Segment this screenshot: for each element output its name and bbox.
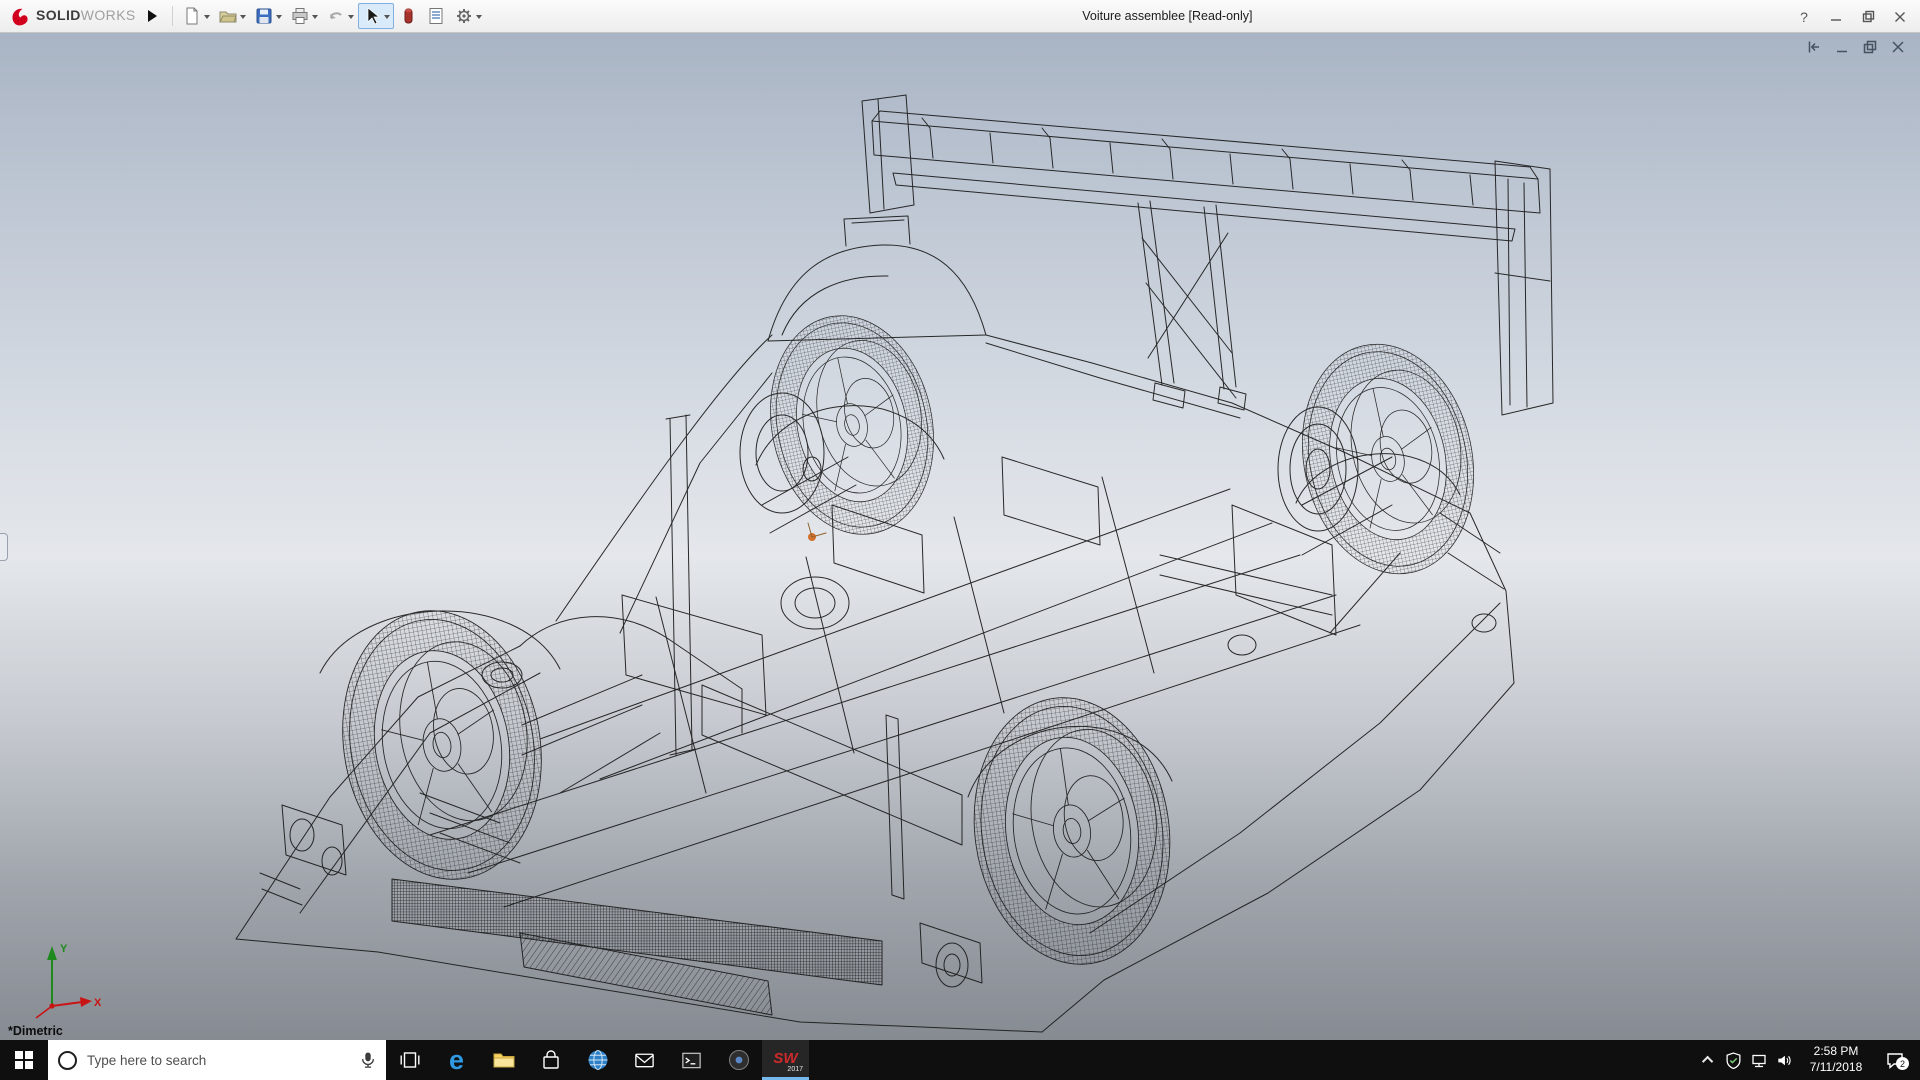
sheet-properties-button[interactable] [422, 3, 450, 29]
edge-icon: e [449, 1047, 464, 1074]
windows-logo-icon [15, 1051, 33, 1069]
chevron-down-icon [312, 15, 318, 22]
dark-app-button[interactable] [715, 1040, 762, 1080]
close-button[interactable] [1884, 4, 1916, 30]
restore-button[interactable] [1852, 4, 1884, 30]
cortana-icon [58, 1051, 77, 1070]
edge-button[interactable]: e [433, 1040, 480, 1080]
taskbar-search[interactable] [48, 1040, 386, 1080]
triad-y-label: Y [60, 943, 68, 955]
expand-pane-button[interactable] [1806, 39, 1822, 55]
network-tray-button[interactable] [1746, 1040, 1771, 1080]
appearance-tool-button[interactable] [394, 3, 422, 29]
window-title: Voiture assemblee [Read-only] [1082, 9, 1252, 23]
close-icon [1894, 11, 1906, 23]
chevron-down-icon [204, 15, 210, 22]
restore-icon [1862, 39, 1878, 55]
orientation-triad: Y X [16, 936, 106, 1024]
view-orientation-label: *Dimetric [8, 1024, 63, 1038]
solidworks-2017-icon: SW [773, 1050, 797, 1067]
close-icon [1890, 39, 1906, 55]
solidworks-version-label: 2017 [787, 1066, 803, 1073]
options-button[interactable] [450, 3, 486, 29]
viewport-pane-controls [1806, 39, 1906, 55]
open-button[interactable] [214, 3, 250, 29]
viewport-restore-button[interactable] [1862, 39, 1878, 55]
clock-date: 7/11/2018 [1798, 1060, 1874, 1076]
expand-menu-button[interactable] [148, 10, 157, 22]
taskbar-clock[interactable]: 2:58 PM 7/11/2018 [1796, 1044, 1876, 1075]
select-cursor-icon [362, 6, 382, 26]
start-button[interactable] [0, 1040, 48, 1080]
minimize-icon [1830, 11, 1842, 23]
solidworks-logo-icon [8, 5, 31, 28]
system-tray: 2:58 PM 7/11/2018 2 [1696, 1040, 1920, 1080]
mail-icon [633, 1049, 656, 1071]
expand-pane-icon [1806, 39, 1822, 55]
restore-icon [1862, 10, 1875, 23]
chevron-down-icon [476, 15, 482, 22]
file-explorer-icon [492, 1049, 516, 1071]
wireframe-car-model[interactable] [0, 33, 1920, 1040]
terminal-icon [680, 1049, 703, 1071]
appearance-icon [398, 6, 418, 26]
triad-x-label: X [94, 997, 102, 1009]
gear-icon [454, 6, 474, 26]
new-document-icon [182, 6, 202, 26]
minimize-icon [1834, 39, 1850, 55]
action-center-button[interactable]: 2 [1876, 1050, 1914, 1070]
print-icon [290, 6, 310, 26]
brand-text-works: WORKS [81, 7, 136, 23]
browser-button[interactable] [574, 1040, 621, 1080]
toolbar-separator [172, 6, 173, 26]
file-explorer-button[interactable] [480, 1040, 527, 1080]
mail-button[interactable] [621, 1040, 668, 1080]
save-floppy-icon [254, 6, 274, 26]
chevron-down-icon [240, 15, 246, 22]
titlebar: SOLIDWORKS [0, 0, 1920, 33]
sheet-icon [426, 6, 446, 26]
network-icon [1750, 1052, 1768, 1069]
task-view-icon [399, 1049, 421, 1071]
chevron-down-icon [348, 15, 354, 22]
undo-button[interactable] [322, 3, 358, 29]
new-document-button[interactable] [178, 3, 214, 29]
microphone-icon[interactable] [360, 1050, 376, 1070]
terminal-button[interactable] [668, 1040, 715, 1080]
notification-badge: 2 [1896, 1057, 1909, 1070]
volume-icon [1775, 1052, 1793, 1069]
minimize-button[interactable] [1820, 4, 1852, 30]
volume-tray-button[interactable] [1771, 1040, 1796, 1080]
help-button[interactable]: ? [1788, 4, 1820, 30]
shield-icon [1725, 1052, 1742, 1069]
globe-icon [587, 1049, 609, 1071]
undo-arrow-icon [326, 6, 346, 26]
solidworks-2017-button[interactable]: SW 2017 [762, 1040, 809, 1080]
clock-time: 2:58 PM [1798, 1044, 1874, 1060]
task-view-button[interactable] [386, 1040, 433, 1080]
open-folder-icon [218, 6, 238, 26]
print-button[interactable] [286, 3, 322, 29]
chevron-up-icon [1701, 1056, 1712, 1067]
select-tool-button[interactable] [358, 3, 394, 29]
search-input[interactable] [87, 1053, 350, 1068]
chevron-down-icon [276, 15, 282, 22]
defender-tray-button[interactable] [1721, 1040, 1746, 1080]
graphics-viewport[interactable]: Y X *Dimetric [0, 33, 1920, 1040]
chevron-down-icon [384, 15, 390, 22]
taskbar: e [0, 1040, 1920, 1080]
solidworks-brand: SOLIDWORKS [8, 5, 136, 28]
viewport-minimize-button[interactable] [1834, 39, 1850, 55]
hidden-icons-button[interactable] [1696, 1040, 1721, 1080]
store-icon [540, 1049, 562, 1071]
dark-app-icon [728, 1049, 750, 1071]
store-button[interactable] [527, 1040, 574, 1080]
save-button[interactable] [250, 3, 286, 29]
viewport-close-button[interactable] [1890, 39, 1906, 55]
brand-text-solid: SOLID [36, 7, 81, 23]
